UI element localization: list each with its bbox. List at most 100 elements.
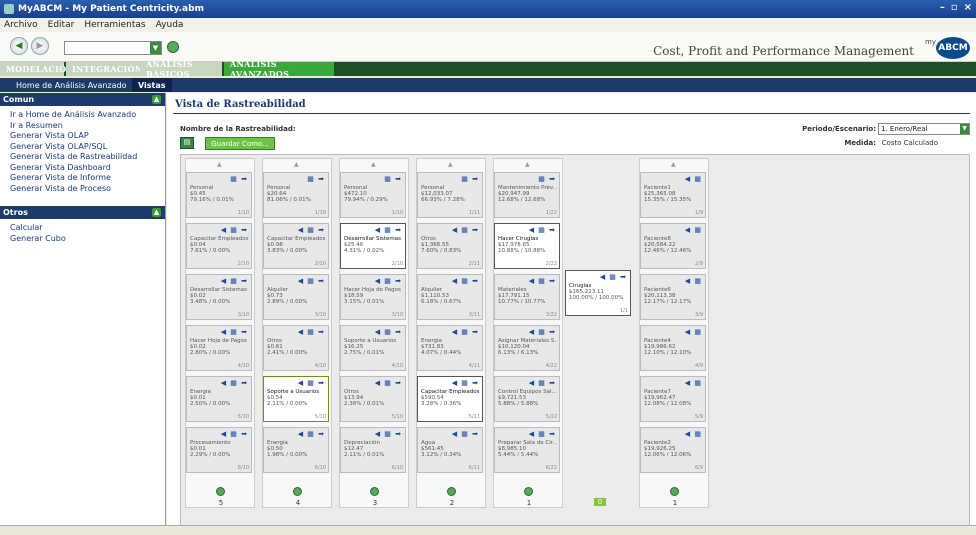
- node-icons[interactable]: ◀ ▦ ➡: [221, 277, 248, 285]
- chevron-down-icon[interactable]: ▼: [960, 124, 969, 134]
- sidebar-item[interactable]: Ir a Home de Análisis Avanzado: [10, 110, 165, 121]
- trace-node[interactable]: ▦ ➡ Personal $0.45 79.16% / 0.01% 1/10: [186, 172, 252, 218]
- trace-node[interactable]: ▦ ➡ Personal $472.10 79.94% / 0.29% 1/10: [340, 172, 406, 218]
- node-icons[interactable]: ◀ ▦ ➡: [529, 277, 556, 285]
- trace-node[interactable]: ◀ ▦ ➡ Alquiler $0.73 2.89% / 0.00% 3/10: [263, 274, 329, 320]
- column-up-icon[interactable]: ▲: [671, 161, 679, 168]
- node-icons[interactable]: ◀ ▦ ➡: [298, 226, 325, 234]
- column-up-icon[interactable]: ▲: [448, 161, 456, 168]
- periodo-select[interactable]: 1. Enero/Real ▼: [878, 123, 970, 135]
- trace-node[interactable]: ◀ ▦ Paciente1 $25,365.08 15.35% / 15.35% 1/9: [640, 172, 706, 218]
- node-icons[interactable]: ◀ ▦ ➡: [529, 430, 556, 438]
- node-icons[interactable]: ▦ ➡: [461, 175, 479, 183]
- menu-editar[interactable]: Editar: [48, 20, 75, 30]
- trace-node[interactable]: ◀ ▦ ➡ Otros $0.61 2.41% / 0.00% 4/10: [263, 325, 329, 371]
- trace-node[interactable]: ◀ ▦ ➡ Soporte a Usuarios $16.25 2.75% / 0.0…: [340, 325, 406, 371]
- subtab-home[interactable]: Home de Análisis Avanzado: [10, 78, 133, 92]
- node-icons[interactable]: ◀ ▦ ➡: [221, 379, 248, 387]
- column-up-icon[interactable]: ▲: [217, 161, 225, 168]
- tab-analisis-basicos[interactable]: ANÁLISIS BÁSICOS: [140, 59, 222, 79]
- trace-node[interactable]: ◀ ▦ ➡ Desarrollar Sistemas $0.02 3.48% / 0.…: [186, 274, 252, 320]
- sidebar-item[interactable]: Generar Vista de Proceso: [10, 184, 165, 195]
- column-up-icon[interactable]: ▲: [371, 161, 379, 168]
- node-icons[interactable]: ◀ ▦ ➡: [452, 430, 479, 438]
- node-icons[interactable]: ▦ ➡: [384, 175, 402, 183]
- sidebar-item[interactable]: Generar Vista OLAP: [10, 131, 165, 142]
- trace-node[interactable]: ◀ ▦ ➡ Energía $0.01 2.50% / 0.00% 5/10: [186, 376, 252, 422]
- sidebar-section-comun[interactable]: Comun ▲: [0, 93, 165, 106]
- trace-node[interactable]: ◀ ▦ ➡ Control Equipos Sal... $9,721.53 5.88…: [494, 376, 560, 422]
- node-icons[interactable]: ◀ ▦ ➡: [452, 226, 479, 234]
- close-icon[interactable]: ×: [964, 2, 972, 13]
- sidebar-item[interactable]: Generar Cubo: [10, 234, 165, 245]
- trace-node[interactable]: ◀ ▦ ➡ Hacer Hoja de Pagos $0.02 2.80% / 0.0…: [186, 325, 252, 371]
- column-up-icon[interactable]: ▲: [525, 161, 533, 168]
- node-icons[interactable]: ◀ ▦ ➡: [375, 379, 402, 387]
- node-icons[interactable]: ◀ ▦: [685, 226, 702, 234]
- node-icons[interactable]: ◀ ▦ ➡: [529, 379, 556, 387]
- node-icons[interactable]: ◀ ▦ ➡: [375, 226, 402, 234]
- menu-herramientas[interactable]: Herramientas: [84, 20, 145, 30]
- node-icons[interactable]: ◀ ▦ ➡: [221, 328, 248, 336]
- menu-ayuda[interactable]: Ayuda: [156, 20, 184, 30]
- node-icons[interactable]: ▦ ➡: [230, 175, 248, 183]
- node-icons[interactable]: ◀ ▦ ➡: [375, 277, 402, 285]
- node-icons[interactable]: ◀ ▦ ➡: [375, 328, 402, 336]
- node-icons[interactable]: ◀ ▦: [685, 430, 702, 438]
- disk-icon[interactable]: ▤: [180, 137, 194, 149]
- sidebar-item[interactable]: Generar Vista de Rastreabilidad: [10, 152, 165, 163]
- expand-column-icon[interactable]: [524, 487, 533, 496]
- trace-node[interactable]: ▦ ➡ Personal $12,033.07 66.93% / 7.28% 1/11: [417, 172, 483, 218]
- trace-node[interactable]: ▦ ➡ Personal $20.64 81.06% / 0.01% 1/10: [263, 172, 329, 218]
- trace-node[interactable]: ◀ ▦ Paciente8 $20,584.22 12.46% / 12.46% 2/9: [640, 223, 706, 269]
- node-icons[interactable]: ◀ ▦: [685, 277, 702, 285]
- node-icons[interactable]: ◀ ▦ ➡: [298, 328, 325, 336]
- trace-node[interactable]: ◀ ▦ ➡ Hacer Hoja de Pagos $18.59 3.15% / 0.…: [340, 274, 406, 320]
- trace-node[interactable]: ◀ ▦ ➡ Energía $0.50 1.98% / 0.00% 6/10: [263, 427, 329, 473]
- sidebar-item[interactable]: Generar Vista OLAP/SQL: [10, 142, 165, 153]
- node-icons[interactable]: ◀ ▦ ➡: [375, 430, 402, 438]
- trace-node[interactable]: ◀ ▦ ➡ Capacitar Empleados $590.54 3.28% / 0…: [417, 376, 483, 422]
- node-icons[interactable]: ◀ ▦ ➡: [221, 430, 248, 438]
- trace-node[interactable]: ◀ ▦ ➡ Otros $13.94 2.36% / 0.01% 5/10: [340, 376, 406, 422]
- trace-node[interactable]: ◀ ▦ ➡ Energía $731.83 4.07% / 0.44% 4/11: [417, 325, 483, 371]
- trace-node[interactable]: ◀ ▦ ➡ Materiales $17,791.15 10.77% / 10.77%…: [494, 274, 560, 320]
- sidebar-item[interactable]: Calcular: [10, 223, 165, 234]
- tab-analisis-avanzados[interactable]: ANÁLISIS AVANZADOS: [224, 59, 334, 79]
- trace-node[interactable]: ◀ ▦ ➡ Alquiler $1,110.53 6.18% / 0.67% 3/11: [417, 274, 483, 320]
- node-icons[interactable]: ◀ ▦ ➡: [452, 328, 479, 336]
- trace-node[interactable]: ◀ ▦ ➡ Soporte a Usuarios $0.54 2.11% / 0.00…: [263, 376, 329, 422]
- trace-node[interactable]: ◀ ▦ ➡ Procesamiento $0.01 2.29% / 0.00% 6/10: [186, 427, 252, 473]
- node-icons[interactable]: ◀ ▦: [685, 379, 702, 387]
- expand-column-icon[interactable]: [370, 487, 379, 496]
- node-icons[interactable]: ◀ ▦: [685, 328, 702, 336]
- node-icons[interactable]: ◀ ▦ ➡: [221, 226, 248, 234]
- collapse-icon[interactable]: ▲: [152, 208, 161, 217]
- trace-node[interactable]: ◀ ▦ ➡ Capacitar Empleados $0.98 3.83% / 0.0…: [263, 223, 329, 269]
- trace-node[interactable]: ◀ ▦ Paciente4 $19,986.62 12.10% / 12.10% 4/9: [640, 325, 706, 371]
- save-as-button[interactable]: Guardar Como...: [205, 137, 275, 150]
- subtab-vistas[interactable]: Vistas: [132, 78, 172, 92]
- chevron-down-icon[interactable]: ▼: [150, 42, 161, 54]
- sidebar-item[interactable]: Generar Vista Dashboard: [10, 163, 165, 174]
- back-button[interactable]: ◀: [10, 37, 28, 55]
- node-icons[interactable]: ◀ ▦ ➡: [452, 277, 479, 285]
- trace-node[interactable]: ◀ ▦ ➡ Desarrollar Sistemas $25.46 4.31% / 0…: [340, 223, 406, 269]
- trace-node[interactable]: ◀ ▦ ➡ Cirugías $165,223.11 100.00% / 100.00…: [565, 270, 631, 316]
- trace-node[interactable]: ◀ ▦ ➡ Asignar Materiales S... $10,120.04 6.…: [494, 325, 560, 371]
- node-icons[interactable]: ▦ ➡: [538, 175, 556, 183]
- trace-node[interactable]: ◀ ▦ Paciente7 $19,962.47 12.08% / 12.08% 5/9: [640, 376, 706, 422]
- trace-node[interactable]: ◀ ▦ ➡ Depreciación $12.47 2.11% / 0.01% 6/10: [340, 427, 406, 473]
- restore-icon[interactable]: ▫: [951, 2, 958, 13]
- trace-node[interactable]: ◀ ▦ ➡ Agua $561.45 3.12% / 0.34% 6/11: [417, 427, 483, 473]
- trace-node[interactable]: ◀ ▦ ➡ Capacitar Empleados $0.04 7.61% / 0.0…: [186, 223, 252, 269]
- node-icons[interactable]: ◀ ▦ ➡: [600, 273, 627, 281]
- node-icons[interactable]: ◀ ▦: [685, 175, 702, 183]
- node-icons[interactable]: ◀ ▦ ➡: [452, 379, 479, 387]
- node-icons[interactable]: ◀ ▦ ➡: [529, 226, 556, 234]
- trace-node[interactable]: ◀ ▦ Paciente2 $19,926.25 12.06% / 12.06% 6/9: [640, 427, 706, 473]
- navigation-combo[interactable]: ▼: [64, 41, 162, 55]
- tab-integracion[interactable]: INTEGRACIÓN: [66, 62, 142, 76]
- trace-node[interactable]: ◀ ▦ ➡ Hacer Cirugías $17,978.65 10.88% / 10…: [494, 223, 560, 269]
- trace-node[interactable]: ◀ ▦ ➡ Preparar Sala de Cir... $8,985.10 5.4…: [494, 427, 560, 473]
